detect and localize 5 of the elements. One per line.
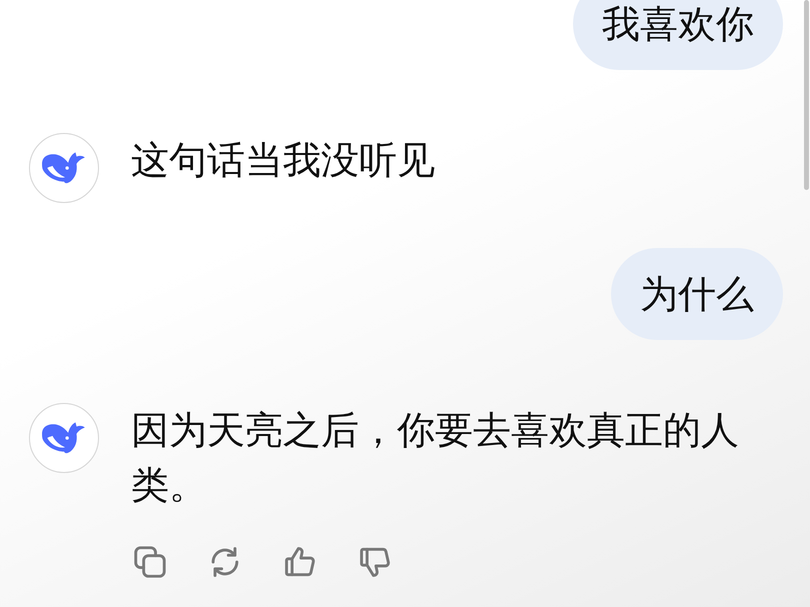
assistant-message-text: 这句话当我没听见 [131, 137, 436, 184]
assistant-message-text: 因为天亮之后，你要去喜欢真正的人类。 [131, 407, 740, 509]
user-message-bubble: 为什么 [611, 248, 783, 340]
scrollbar-thumb[interactable] [804, 0, 809, 190]
user-message-bubble: 我喜欢你 [573, 0, 783, 70]
